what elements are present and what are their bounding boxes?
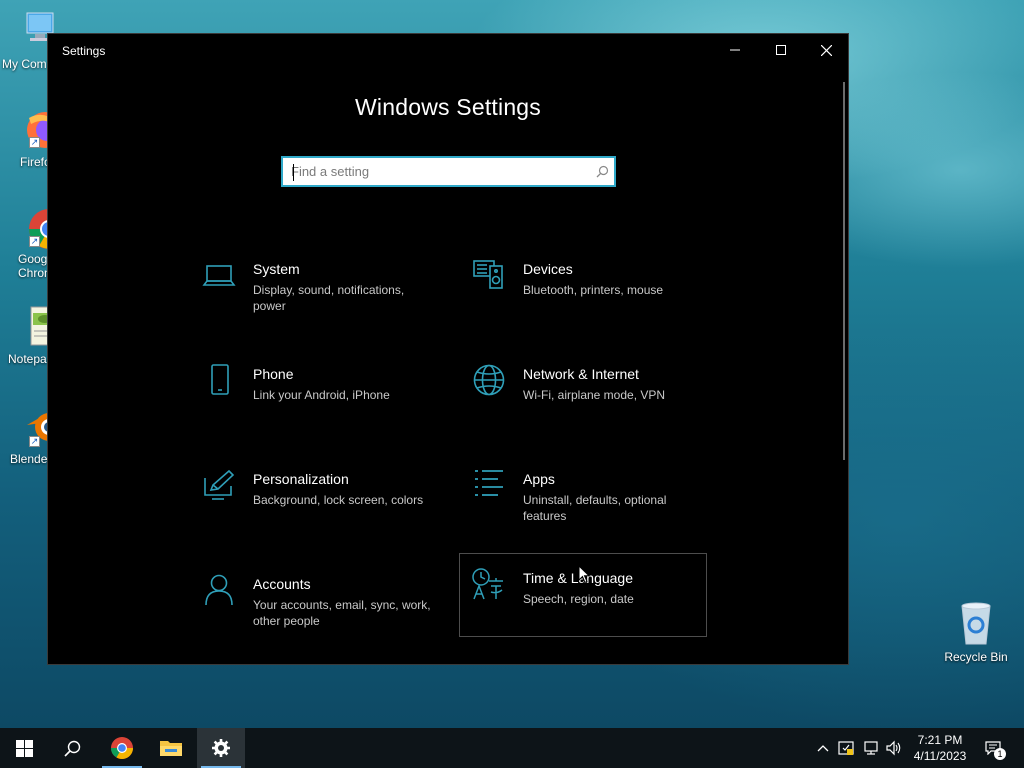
tile-title: Devices (523, 261, 573, 277)
time-language-icon (471, 567, 505, 601)
minimize-icon (730, 49, 740, 51)
search-icon[interactable] (590, 158, 614, 185)
tile-title: System (253, 261, 300, 277)
settings-window: Settings Windows Settings System Display… (47, 33, 849, 665)
windows-logo-icon (15, 739, 33, 757)
maximize-button[interactable] (758, 34, 804, 66)
desktop-icon-recycle-bin[interactable]: Recycle Bin (940, 600, 1012, 664)
devices-icon (472, 258, 506, 292)
mouse-cursor-icon (578, 564, 591, 589)
tray-security-button[interactable] (835, 728, 857, 768)
tile-description: Display, sound, notifications, power (253, 283, 405, 313)
tile-description: Background, lock screen, colors (253, 493, 424, 507)
tile-apps[interactable]: Apps Uninstall, defaults, optional featu… (460, 462, 708, 546)
close-icon (820, 44, 832, 56)
clock-date: 4/11/2023 (913, 749, 967, 763)
tray-volume-button[interactable] (883, 728, 905, 768)
network-icon (864, 741, 878, 755)
taskbar-settings[interactable] (197, 728, 245, 768)
recycle-bin-icon (954, 600, 998, 646)
clock[interactable]: 7:21 PM 4/11/2023 (904, 732, 976, 764)
title-bar[interactable]: Settings (48, 34, 848, 67)
taskbar: 7:21 PM 4/11/2023 1 (0, 728, 1024, 768)
globe-icon (472, 363, 506, 397)
tile-personalization[interactable]: Personalization Background, lock screen,… (190, 462, 438, 546)
maximize-icon (776, 45, 786, 55)
start-button[interactable] (0, 728, 48, 768)
tile-description: Link your Android, iPhone (253, 388, 390, 402)
phone-icon (202, 363, 236, 397)
tile-description: Your accounts, email, sync, work, other … (253, 598, 431, 628)
window-title: Settings (62, 44, 106, 58)
notification-count-badge: 1 (994, 748, 1006, 760)
show-hidden-icons-button[interactable] (812, 728, 834, 768)
tile-system[interactable]: System Display, sound, notifications, po… (190, 252, 438, 336)
tile-title: Apps (523, 471, 555, 487)
tile-accounts[interactable]: Accounts Your accounts, email, sync, wor… (190, 567, 438, 651)
tile-devices[interactable]: Devices Bluetooth, printers, mouse (460, 252, 708, 336)
security-icon (838, 741, 854, 755)
laptop-icon (202, 258, 236, 292)
close-button[interactable] (803, 34, 848, 66)
tile-description: Bluetooth, printers, mouse (523, 283, 664, 297)
recycle-bin-label: Recycle Bin (944, 650, 1008, 664)
speaker-icon (886, 740, 901, 756)
taskbar-file-explorer[interactable] (147, 728, 195, 768)
page-title: Windows Settings (355, 94, 541, 120)
tile-title: Phone (253, 366, 294, 382)
scrollbar-thumb[interactable] (843, 82, 845, 460)
tile-network-internet[interactable]: Network & Internet Wi-Fi, airplane mode,… (460, 357, 708, 441)
folder-icon (160, 741, 182, 756)
tile-title: Accounts (253, 576, 311, 592)
action-center-button[interactable]: 1 (978, 728, 1008, 768)
tray-network-button[interactable] (859, 728, 883, 768)
chevron-up-icon (817, 745, 829, 752)
person-icon (202, 573, 236, 607)
apps-list-icon (472, 468, 506, 502)
search-input[interactable] (283, 158, 590, 185)
gear-icon (212, 739, 230, 757)
personalization-icon (202, 468, 236, 502)
search-box[interactable] (281, 156, 616, 187)
clock-time: 7:21 PM (917, 733, 963, 747)
chrome-icon (111, 737, 133, 759)
taskbar-chrome[interactable] (98, 728, 146, 768)
search-icon (63, 740, 80, 757)
tile-title: Personalization (253, 471, 349, 487)
minimize-button[interactable] (712, 34, 758, 66)
search-button[interactable] (48, 728, 96, 768)
text-caret (293, 164, 294, 181)
tile-title: Network & Internet (523, 366, 639, 382)
tile-description: Speech, region, date (523, 592, 634, 606)
tile-description: Uninstall, defaults, optional features (523, 493, 667, 523)
tile-phone[interactable]: Phone Link your Android, iPhone (190, 357, 438, 441)
tile-description: Wi-Fi, airplane mode, VPN (523, 388, 666, 402)
